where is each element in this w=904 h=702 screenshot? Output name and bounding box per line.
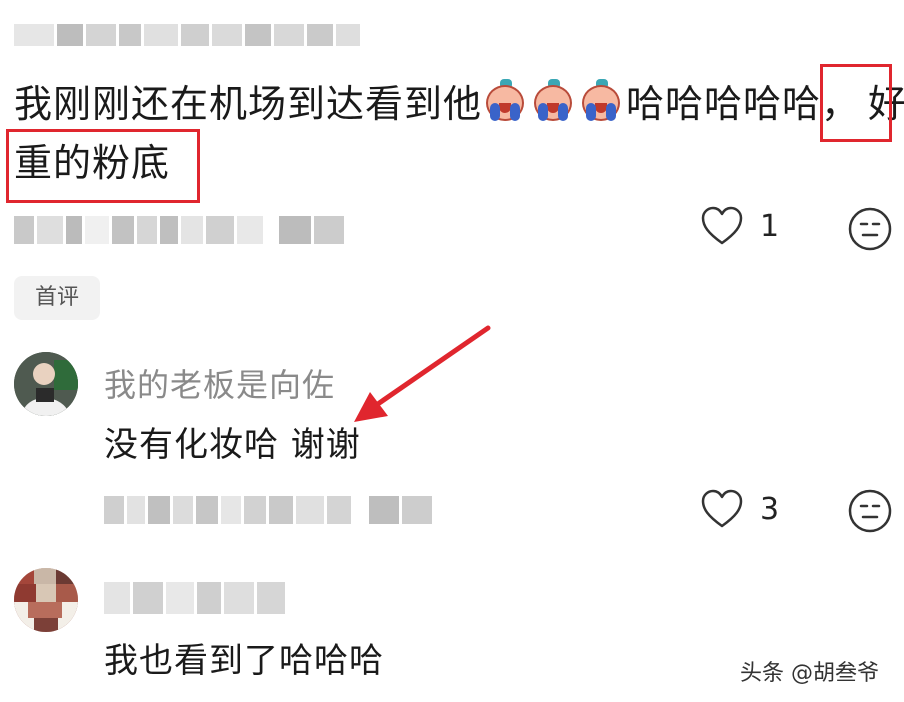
- comment-text: 没有化妆哈 谢谢: [104, 425, 361, 465]
- crying-laughing-emoji-icon: [530, 79, 576, 125]
- avatar[interactable]: [14, 568, 78, 632]
- blurred-comment-meta: [104, 492, 432, 528]
- blurred-username: [14, 18, 360, 52]
- avatar[interactable]: [14, 352, 78, 416]
- comment-text-part1: 我刚刚还在机场到达看到他: [14, 82, 483, 126]
- comment-text: 我也看到了哈哈哈: [104, 641, 384, 681]
- like-button[interactable]: 3: [700, 489, 779, 529]
- avatar-image: [14, 568, 78, 632]
- comment-thread: 我刚刚还在机场到达看到他 哈哈哈哈哈，好 重的粉底 1 首评 我的老板是向佐 没…: [0, 0, 904, 702]
- smiley-face-icon[interactable]: [848, 207, 892, 251]
- crying-laughing-emoji-icon: [578, 79, 624, 125]
- crying-laughing-emoji-icon: [482, 79, 528, 125]
- watermark: 头条 @胡叁爷: [740, 661, 879, 686]
- heart-outline-icon: [701, 489, 743, 528]
- avatar-image: [14, 352, 78, 416]
- comment-username[interactable]: 我的老板是向佐: [104, 360, 335, 406]
- heart-outline-icon: [701, 206, 743, 245]
- like-count: 1: [760, 208, 780, 244]
- like-button[interactable]: 1: [700, 206, 779, 246]
- red-highlight-box: [6, 129, 200, 203]
- red-arrow-annotation: [354, 325, 491, 422]
- blurred-comment-meta: [14, 212, 344, 248]
- first-comment-badge: 首评: [14, 276, 100, 320]
- blurred-username: [104, 578, 285, 618]
- red-highlight-box: [820, 64, 892, 142]
- comment-text-line1: 我刚刚还在机场到达看到他 哈哈哈哈哈，好: [14, 76, 904, 132]
- like-count: 3: [760, 491, 780, 527]
- smiley-face-icon[interactable]: [848, 489, 892, 533]
